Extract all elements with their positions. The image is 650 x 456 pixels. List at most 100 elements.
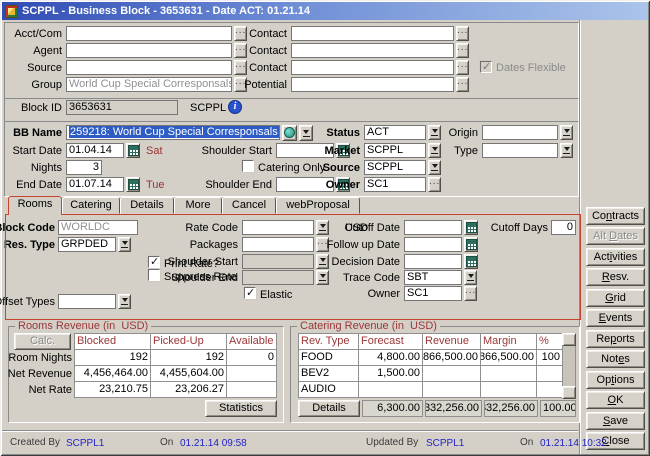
catering-row1-pct: 100 <box>536 349 563 366</box>
catering-row2-type[interactable]: BEV2 <box>298 365 359 382</box>
side-button-options[interactable]: Options <box>586 371 645 389</box>
bb-name-dropdown-button[interactable] <box>299 125 313 141</box>
details-button[interactable]: Details <box>298 400 360 417</box>
scroll-down-button[interactable] <box>562 386 576 399</box>
updated-on-value: 01.21.14 10:32 <box>540 438 607 449</box>
catering-row2-pct <box>536 365 563 382</box>
side-button-activities[interactable]: Activities <box>586 248 645 266</box>
catering-col-type: Rev. Type <box>298 333 359 350</box>
owner-lookup-button[interactable] <box>428 177 441 192</box>
catering-row3-revenue <box>422 381 481 398</box>
calc-button: Calc. <box>14 333 71 350</box>
catering-only-label: Catering Only <box>258 162 325 174</box>
start-date-calendar-button[interactable] <box>126 143 140 158</box>
tab-cancel[interactable]: Cancel <box>222 197 276 214</box>
language-globe-button[interactable] <box>282 125 297 141</box>
app-icon <box>5 5 18 18</box>
group-field[interactable]: World Cup Special Corresponsals <box>66 77 232 92</box>
origin-field[interactable] <box>482 125 558 140</box>
side-button-notes[interactable]: Notes <box>586 350 645 368</box>
source2-dropdown-button[interactable] <box>428 160 441 175</box>
contact1-label: Contact <box>249 28 287 40</box>
source2-field[interactable]: SCPPL <box>364 160 426 175</box>
market-dropdown-button[interactable] <box>428 143 441 158</box>
catering-row3-type[interactable]: AUDIO <box>298 381 359 398</box>
created-by-label: Created By <box>10 437 60 448</box>
dates-flexible-checkbox[interactable] <box>480 61 492 73</box>
type-field[interactable] <box>482 143 558 158</box>
catering-row1-margin: 3,866,500.00 <box>480 349 537 366</box>
market-label: Market <box>325 145 360 157</box>
net-rate-picked: 23,206.27 <box>150 381 227 398</box>
side-button-resv[interactable]: Resv. <box>586 268 645 286</box>
status-label: Status <box>326 127 360 139</box>
nights-field[interactable]: 3 <box>66 160 102 175</box>
side-button-save[interactable]: Save <box>586 412 645 430</box>
side-button-ok[interactable]: OK <box>586 391 645 409</box>
bb-name-field[interactable]: 259218: World Cup Special Corresponsals <box>66 125 280 140</box>
end-date-label: End Date <box>16 179 62 191</box>
potential-lookup-button[interactable] <box>456 77 469 92</box>
origin-dropdown-button[interactable] <box>560 125 573 140</box>
source2-label: Source <box>323 162 360 174</box>
block-id-field: 3653631 <box>66 100 178 115</box>
tab-catering[interactable]: Catering <box>62 197 120 214</box>
acct-com-field[interactable] <box>66 26 232 41</box>
acct-com-label: Acct/Com <box>14 28 62 40</box>
end-date-calendar-button[interactable] <box>126 177 140 192</box>
status-dropdown-button[interactable] <box>428 125 441 140</box>
bb-name-label: BB Name <box>13 127 62 139</box>
catering-row1-type[interactable]: FOOD <box>298 349 359 366</box>
catering-col-forecast: Forecast <box>358 333 423 350</box>
catering-row3-pct <box>536 381 563 398</box>
side-button-grid[interactable]: Grid <box>586 289 645 307</box>
info-icon[interactable] <box>228 100 242 114</box>
updated-on-label: On <box>520 437 533 448</box>
start-date-label: Start Date <box>12 145 62 157</box>
side-button-contracts[interactable]: Contracts <box>586 207 645 225</box>
statistics-button[interactable]: Statistics <box>205 400 277 417</box>
contact2-lookup-button[interactable] <box>456 43 469 58</box>
tab-more[interactable]: More <box>174 197 222 214</box>
contact3-field[interactable] <box>291 60 454 75</box>
net-revenue-blocked: 4,456,464.00 <box>74 365 151 382</box>
start-date-field[interactable]: 01.04.14 <box>66 143 124 158</box>
catering-row2-revenue <box>422 365 481 382</box>
acct-com-lookup-button[interactable] <box>234 26 247 41</box>
contact1-field[interactable] <box>291 26 454 41</box>
catering-only-checkbox[interactable] <box>242 160 254 172</box>
rooms-revenue-title: Rooms Revenue (in USD) <box>15 320 151 332</box>
arrow-up-icon <box>566 333 572 346</box>
agent-field[interactable] <box>66 43 232 58</box>
status-field[interactable]: ACT <box>364 125 426 140</box>
calendar-icon <box>128 145 139 156</box>
type-dropdown-button[interactable] <box>560 143 573 158</box>
owner-field[interactable]: SC1 <box>364 177 426 192</box>
end-date-field[interactable]: 01.07.14 <box>66 177 124 192</box>
market-field[interactable]: SCPPL <box>364 143 426 158</box>
contact1-lookup-button[interactable] <box>456 26 469 41</box>
net-rate-available <box>226 381 277 398</box>
contact2-field[interactable] <box>291 43 454 58</box>
side-button-reports[interactable]: Reports <box>586 330 645 348</box>
side-button-events[interactable]: Events <box>586 309 645 327</box>
net-revenue-picked: 4,455,604.00 <box>150 365 227 382</box>
tab-details[interactable]: Details <box>120 197 174 214</box>
rooms-revenue-col-available: Available <box>226 333 277 350</box>
contact2-label: Contact <box>249 45 287 57</box>
shoulder-start-label: Shoulder Start <box>202 145 272 157</box>
contact3-lookup-button[interactable] <box>456 60 469 75</box>
catering-total-pct: 100.00 <box>540 400 576 417</box>
catering-total-forecast: 6,300.00 <box>362 400 423 417</box>
source-lookup-button[interactable] <box>234 60 247 75</box>
source-field[interactable] <box>66 60 232 75</box>
agent-lookup-button[interactable] <box>234 43 247 58</box>
tab-rooms[interactable]: Rooms <box>8 196 62 215</box>
tab-webproposal[interactable]: webProposal <box>276 197 360 214</box>
scroll-up-button[interactable] <box>562 333 576 346</box>
room-nights-label: Room Nights <box>8 352 72 364</box>
potential-field[interactable] <box>291 77 454 92</box>
catering-row1-forecast: 4,800.00 <box>358 349 423 366</box>
type-label: Type <box>454 145 478 157</box>
bb-name-selected-text: 259218: World Cup Special Corresponsals <box>69 126 279 138</box>
